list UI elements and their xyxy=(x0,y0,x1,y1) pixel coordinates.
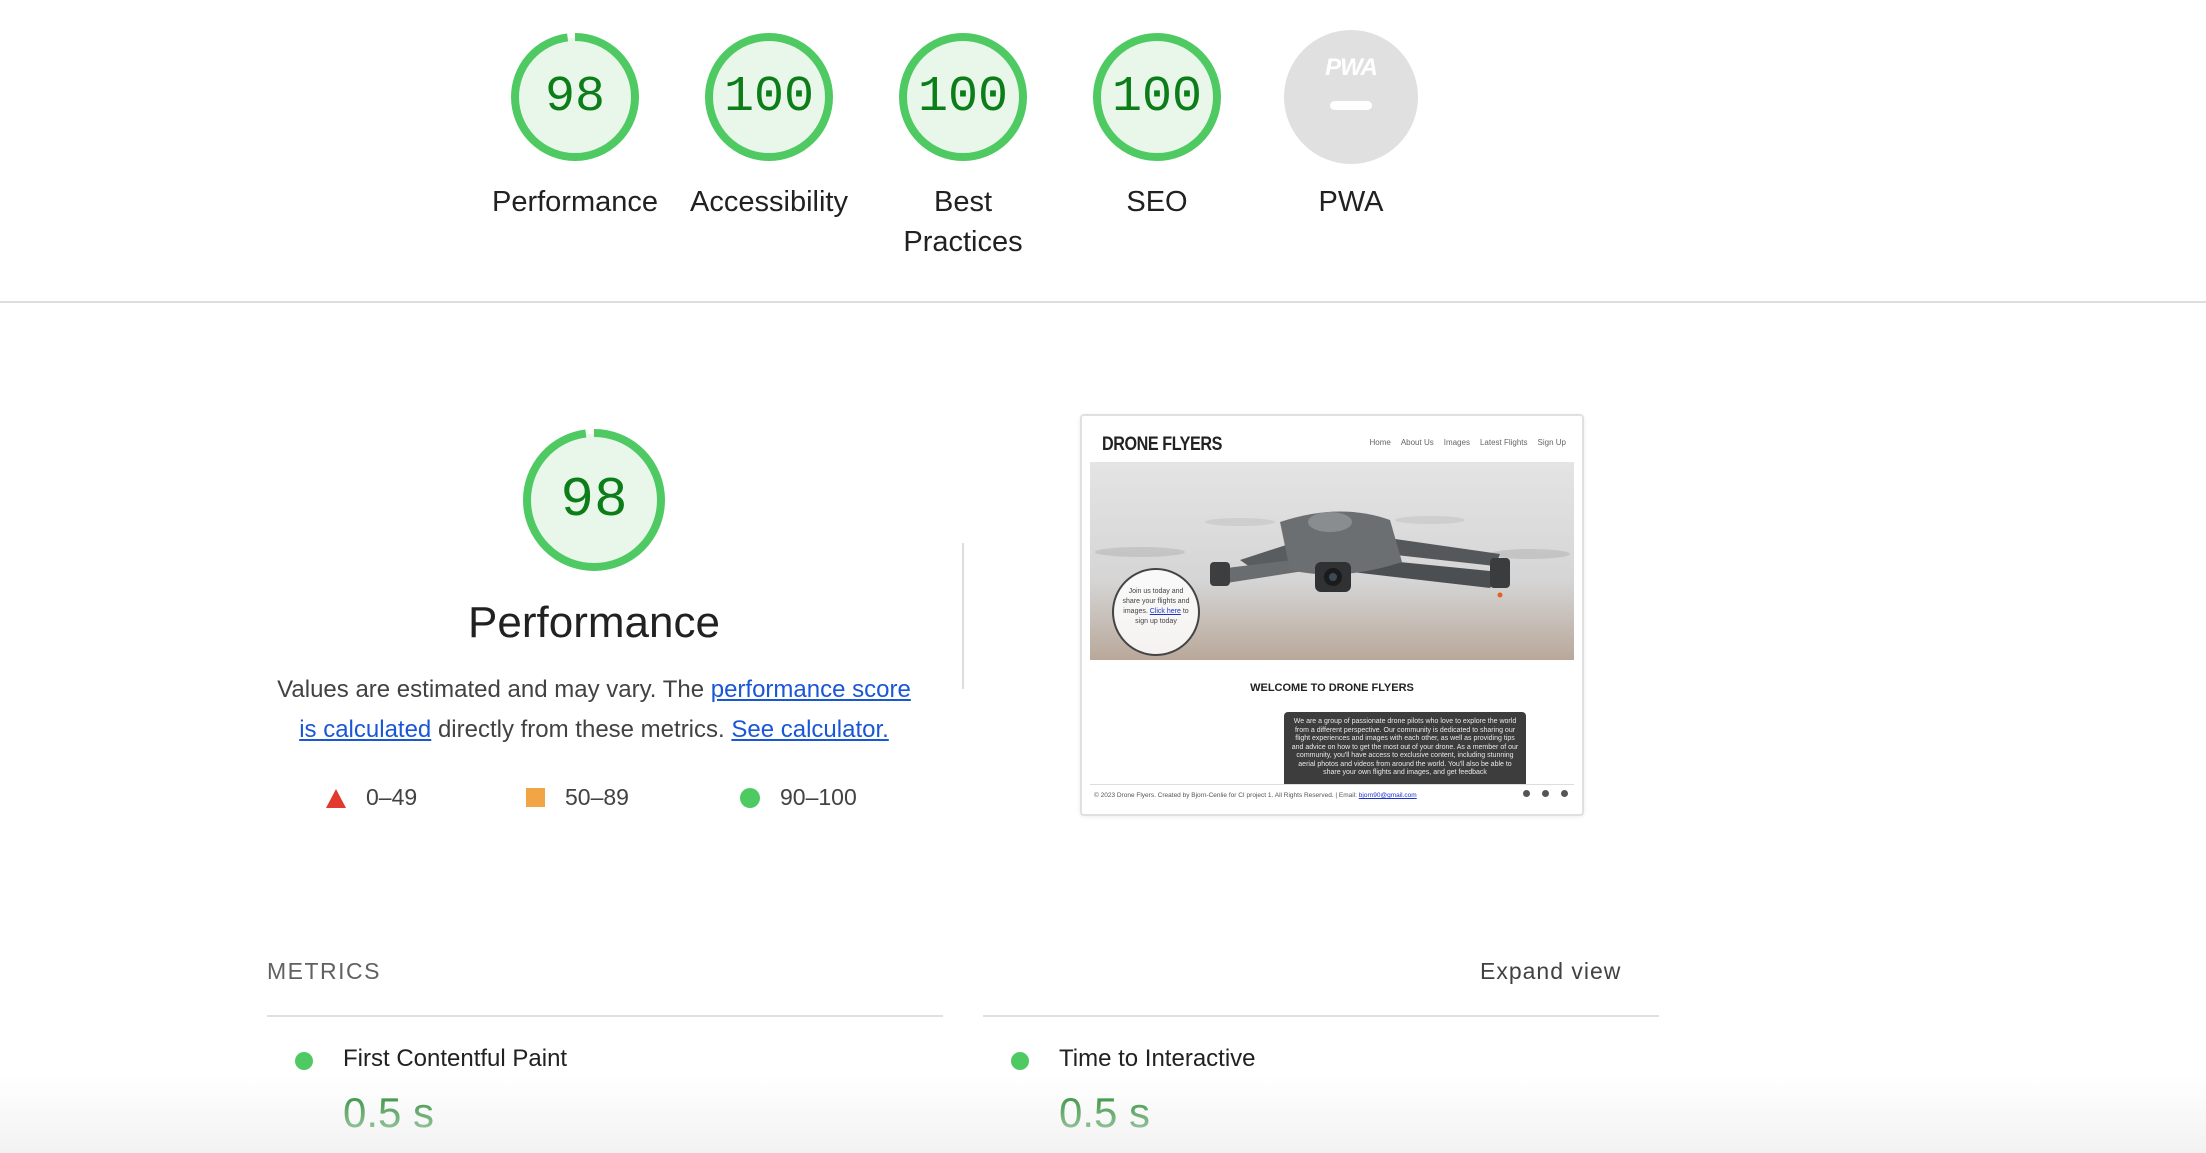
site-nav: Home About Us Images Latest Flights Sign… xyxy=(1369,438,1566,447)
metric-label: First Contentful Paint xyxy=(343,1045,568,1072)
gauge-label: SEO xyxy=(1126,186,1188,218)
desc-middle: directly from these metrics. xyxy=(431,716,732,743)
desc-prefix: Values are estimated and may vary. The xyxy=(277,676,711,703)
see-calculator-link[interactable]: See calculator. xyxy=(731,716,888,743)
circle-icon xyxy=(740,787,760,808)
legend-pass: 90–100 xyxy=(740,784,857,811)
triangle-icon xyxy=(326,788,346,808)
dash-icon xyxy=(1330,101,1372,110)
legend-range: 50–89 xyxy=(565,784,629,810)
site-footer: © 2023 Drone Flyers. Created by Bjorn-Ce… xyxy=(1090,784,1574,806)
metric-value: 0.5 s xyxy=(1059,1089,1151,1136)
pass-circle-icon xyxy=(1011,1052,1029,1070)
metric-label: Time to Interactive xyxy=(1059,1045,1256,1072)
performance-gauge: 98 xyxy=(520,426,668,574)
section-divider xyxy=(0,301,2206,303)
gauge-label-line1: Best xyxy=(933,186,993,218)
legend-range: 0–49 xyxy=(366,784,418,810)
hero-link[interactable]: Click here xyxy=(1150,608,1181,615)
performance-description: Values are estimated and may vary. The p… xyxy=(268,670,920,750)
vertical-separator xyxy=(962,543,964,689)
facebook-icon[interactable] xyxy=(1523,790,1530,797)
final-screenshot[interactable]: DRONE FLYERS Home About Us Images Latest… xyxy=(1080,414,1584,816)
gauge-label: Best Practices xyxy=(868,182,1058,262)
metrics-divider xyxy=(983,1015,1659,1017)
gauge-performance[interactable]: 98 Performance xyxy=(480,30,670,222)
performance-score: 98 xyxy=(560,468,628,532)
gauge-label: Performance xyxy=(491,186,658,218)
site-logo: DRONE FLYERS xyxy=(1102,434,1222,455)
pwa-badge-icon: PWA xyxy=(1284,30,1418,164)
pwa-badge-text: PWA xyxy=(1325,54,1378,81)
gauge-score: 100 xyxy=(917,68,1008,126)
footer-text: © 2023 Drone Flyers. Created by Bjorn-Ce… xyxy=(1094,792,1357,799)
legend-fail: 0–49 xyxy=(326,784,417,811)
gauge-label: PWA xyxy=(1318,186,1384,218)
site-nav-item: Home xyxy=(1369,438,1391,447)
metric-value: 0.5 s xyxy=(343,1089,435,1136)
gauge-score: 100 xyxy=(723,68,814,126)
gauge-label-line2: Practices xyxy=(903,226,1023,258)
gauge-score: 100 xyxy=(1111,68,1202,126)
site-nav-item: Latest Flights xyxy=(1479,438,1528,447)
site-nav-item: Sign Up xyxy=(1537,438,1566,447)
instagram-icon[interactable] xyxy=(1561,790,1568,797)
pass-circle-icon xyxy=(295,1052,313,1070)
metrics-divider xyxy=(267,1015,943,1017)
gauge-seo[interactable]: 100 SEO xyxy=(1062,30,1252,222)
signup-circle[interactable]: Join us today and share your flights and… xyxy=(1112,568,1200,656)
expand-view-button[interactable]: Expand view xyxy=(1480,958,1621,985)
gauge-accessibility[interactable]: 100 Accessibility xyxy=(674,30,864,222)
category-gauges: 98 Performance 100 Accessibility 100 Bes… xyxy=(0,0,2206,302)
site-nav-item: Images xyxy=(1443,438,1470,447)
gauge-best-practices[interactable]: 100 Best Practices xyxy=(868,30,1058,262)
performance-title: Performance xyxy=(468,598,720,647)
about-text: We are a group of passionate drone pilot… xyxy=(1284,712,1526,784)
legend-average: 50–89 xyxy=(526,784,629,811)
welcome-heading: WELCOME TO DRONE FLYERS xyxy=(1250,682,1414,694)
site-nav-item: About Us xyxy=(1400,438,1434,447)
metrics-title: METRICS xyxy=(267,958,381,984)
gauge-label: Accessibility xyxy=(690,186,848,218)
footer-email[interactable]: bjorn90@gmail.com xyxy=(1359,792,1417,799)
hero-image: Join us today and share your flights and… xyxy=(1090,462,1574,660)
gauge-score: 98 xyxy=(544,68,605,126)
gauge-pwa[interactable]: PWA PWA xyxy=(1256,30,1446,222)
youtube-icon[interactable] xyxy=(1542,790,1549,797)
social-icons xyxy=(1523,790,1568,797)
legend-range: 90–100 xyxy=(780,784,857,810)
square-icon xyxy=(526,788,545,807)
